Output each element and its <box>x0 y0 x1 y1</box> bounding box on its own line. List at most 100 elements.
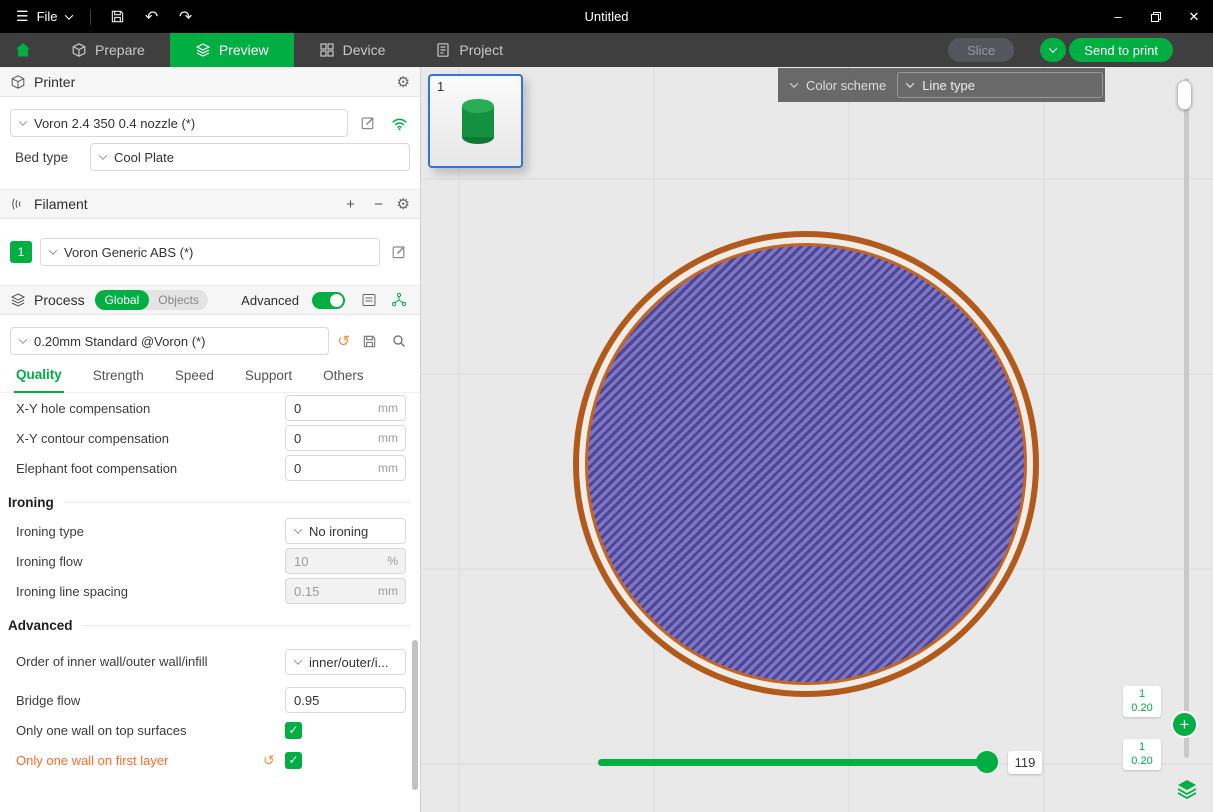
one-wall-top-checkbox[interactable]: ✓ <box>285 722 302 739</box>
param-row-one-wall-top: Only one wall on top surfaces ✓ <box>0 715 420 745</box>
printer-icon <box>10 74 26 90</box>
reset-value-icon[interactable]: ↺ <box>263 752 275 769</box>
bridge-flow-input[interactable]: 0.95 <box>285 687 406 713</box>
chevron-down-icon <box>49 246 57 254</box>
plus-icon: + <box>1180 716 1190 733</box>
remove-filament-button[interactable]: − <box>369 196 389 213</box>
filament-preset-row: 1 Voron Generic ABS (*) <box>10 238 410 266</box>
tab-project[interactable]: Project <box>410 33 528 67</box>
plate-thumbnail[interactable]: 1 <box>428 74 523 168</box>
send-to-print-button[interactable]: Send to print <box>1069 38 1173 62</box>
xy-contour-input[interactable]: 0 mm <box>285 425 406 451</box>
add-pause-button[interactable]: + <box>1171 711 1198 738</box>
tab-label: Project <box>459 42 503 58</box>
filament-preset-select[interactable]: Voron Generic ABS (*) <box>40 238 380 266</box>
printer-preset-select[interactable]: Voron 2.4 350 0.4 nozzle (*) <box>10 109 348 137</box>
param-row-ironing-type: Ironing type No ironing <box>0 516 420 546</box>
ironing-spacing-input[interactable]: 0.15 mm <box>285 578 406 604</box>
undo-button[interactable]: ↶ <box>137 4 167 30</box>
filament-slot-badge[interactable]: 1 <box>10 241 32 263</box>
process-scope-toggle: Global Objects <box>95 290 208 310</box>
add-filament-button[interactable]: + <box>341 196 361 213</box>
advanced-mode-toggle[interactable] <box>312 292 345 309</box>
redo-icon: ↷ <box>179 7 192 27</box>
scope-objects-button[interactable]: Objects <box>149 293 208 307</box>
move-slider-track[interactable] <box>598 759 995 766</box>
toggle-knob <box>330 294 343 307</box>
input-value: 0.95 <box>286 693 405 708</box>
viewport-3d[interactable]: 1 Color scheme Line type 119 <box>421 67 1213 812</box>
layers-icon <box>195 42 211 58</box>
param-row-elephant-foot: Elephant foot compensation 0 mm <box>0 453 420 483</box>
app-window: ☰ File ↶ ↷ Untitled – ✕ Prepare <box>0 0 1213 812</box>
ironing-flow-input[interactable]: 10 % <box>285 548 406 574</box>
edit-filament-button[interactable] <box>388 241 410 263</box>
move-slider-handle[interactable] <box>976 751 998 773</box>
close-button[interactable]: ✕ <box>1175 0 1213 33</box>
one-wall-first-checkbox[interactable]: ✓ <box>285 752 302 769</box>
floppy-icon <box>110 9 125 24</box>
tab-quality[interactable]: Quality <box>14 367 64 393</box>
bed-type-value: Cool Plate <box>114 150 174 165</box>
save-preset-button[interactable] <box>358 330 380 352</box>
save-button[interactable] <box>103 4 133 30</box>
maximize-button[interactable] <box>1137 0 1175 33</box>
ironing-type-select[interactable]: No ironing <box>285 518 406 544</box>
divider <box>64 502 410 503</box>
slice-button[interactable]: Slice <box>948 38 1014 62</box>
window-title: Untitled <box>584 9 628 24</box>
sparse-infill-pattern <box>585 243 1027 685</box>
tab-device[interactable]: Device <box>294 33 411 67</box>
process-preset-select[interactable]: 0.20mm Standard @Voron (*) <box>10 327 329 355</box>
model-cylinder-icon <box>456 96 500 146</box>
minimize-button[interactable]: – <box>1099 0 1137 33</box>
reset-preset-icon[interactable]: ↺ <box>337 332 350 350</box>
process-preset-value: 0.20mm Standard @Voron (*) <box>34 334 205 349</box>
wall-order-select[interactable]: inner/outer/i... <box>285 649 406 675</box>
sidebar-scrollbar[interactable] <box>412 640 418 790</box>
layer-number: 1 <box>1139 741 1145 754</box>
bed-type-select[interactable]: Cool Plate <box>90 143 410 171</box>
layer-view-button[interactable] <box>1174 777 1200 803</box>
tab-preview[interactable]: Preview <box>170 33 294 67</box>
color-scheme-toggle[interactable]: Color scheme <box>791 78 886 93</box>
parameter-table-button[interactable] <box>358 289 380 311</box>
file-menu[interactable]: ☰ File <box>8 0 80 33</box>
process-section-title: Process <box>34 292 85 308</box>
scope-global-button[interactable]: Global <box>95 290 150 310</box>
tab-prepare[interactable]: Prepare <box>46 33 170 67</box>
divider <box>83 625 410 626</box>
layer-slider-track[interactable] <box>1184 78 1189 758</box>
tab-strength[interactable]: Strength <box>91 368 146 392</box>
elephant-foot-input[interactable]: 0 mm <box>285 455 406 481</box>
param-row-xy-contour: X-Y contour compensation 0 mm <box>0 423 420 453</box>
main-area: Printer ⚙ Voron 2.4 350 0.4 nozzle (*) B… <box>0 67 1213 812</box>
input-unit: mm <box>378 401 405 415</box>
xy-hole-input[interactable]: 0 mm <box>285 395 406 421</box>
tab-others[interactable]: Others <box>321 368 366 392</box>
sliced-model-top-view <box>573 231 1039 697</box>
printer-connection-button[interactable] <box>388 112 410 134</box>
layer-slider-handle[interactable] <box>1177 80 1192 110</box>
send-options-button[interactable] <box>1040 38 1066 62</box>
filament-icon <box>10 196 26 212</box>
filament-settings-gear-icon[interactable]: ⚙ <box>397 195 410 213</box>
redo-button[interactable]: ↷ <box>171 4 201 30</box>
tab-speed[interactable]: Speed <box>173 368 216 392</box>
param-label: Only one wall on first layer <box>16 753 168 768</box>
process-graph-button[interactable] <box>388 289 410 311</box>
home-button[interactable] <box>0 33 46 67</box>
printer-settings-gear-icon[interactable]: ⚙ <box>397 73 410 91</box>
tab-support[interactable]: Support <box>243 368 294 392</box>
list-icon <box>361 292 377 308</box>
line-type-select[interactable]: Line type <box>897 72 1103 98</box>
search-settings-button[interactable] <box>388 330 410 352</box>
ironing-group-header: Ironing <box>0 483 420 516</box>
divider <box>90 9 91 25</box>
param-label: Only one wall on top surfaces <box>16 723 187 738</box>
cube-icon <box>71 42 87 58</box>
minimize-icon: – <box>1114 9 1121 24</box>
edit-printer-button[interactable] <box>357 112 379 134</box>
titlebar: ☰ File ↶ ↷ Untitled – ✕ <box>0 0 1213 33</box>
process-preset-row: 0.20mm Standard @Voron (*) ↺ <box>10 327 410 355</box>
